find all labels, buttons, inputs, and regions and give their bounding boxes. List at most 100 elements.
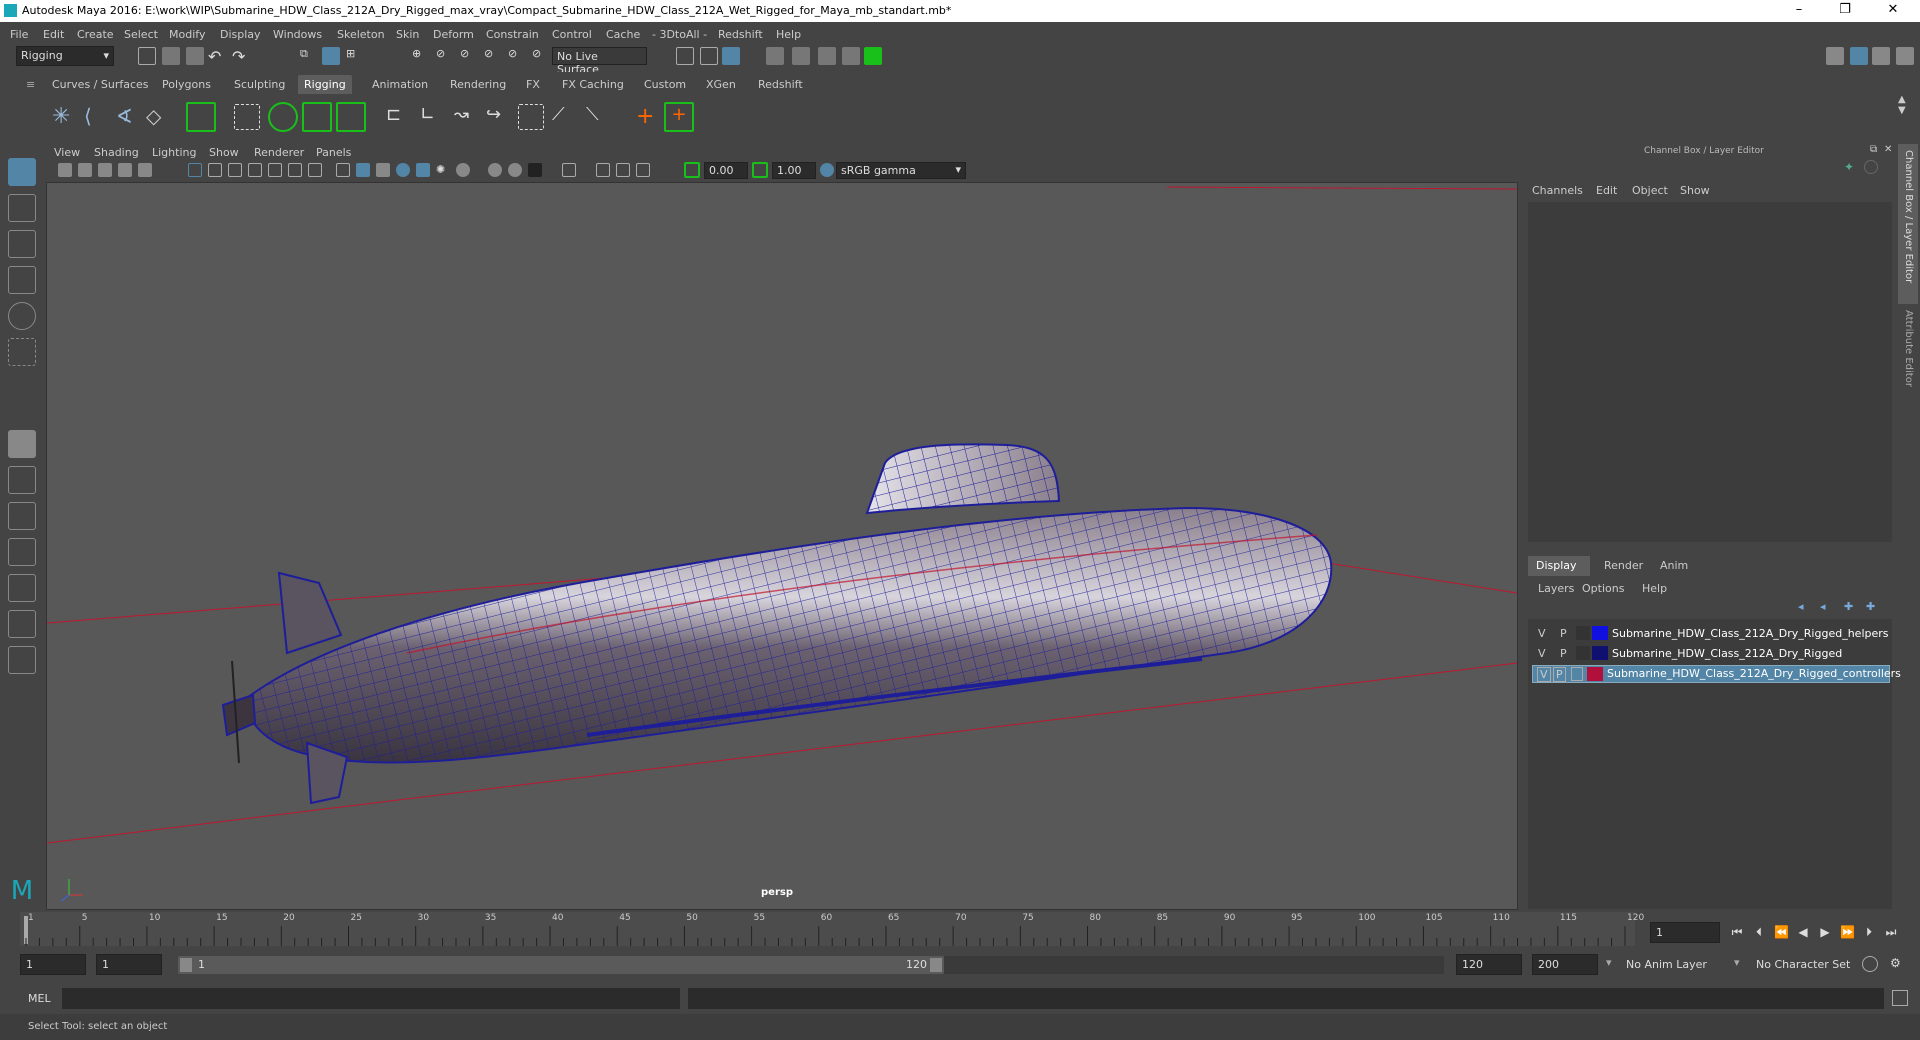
field-chart-icon[interactable] <box>268 163 282 177</box>
menu-cache[interactable]: Cache <box>606 25 640 41</box>
layer-name[interactable]: Submarine_HDW_Class_212A_Dry_Rigged <box>1612 647 1842 660</box>
layer-visibility-toggle[interactable]: V <box>1538 647 1546 660</box>
command-input[interactable] <box>62 988 680 1009</box>
shelf-tab-curves-surfaces[interactable]: Curves / Surfaces <box>46 75 155 94</box>
exposure-field[interactable]: 0.00 <box>704 162 748 179</box>
gamma-field[interactable]: 1.00 <box>772 162 816 179</box>
menu-constrain[interactable]: Constrain <box>486 25 539 41</box>
open-scene-icon[interactable] <box>162 47 180 65</box>
menu-redshift[interactable]: Redshift <box>718 25 763 41</box>
layer-name[interactable]: Submarine_HDW_Class_212A_Dry_Rigged_help… <box>1612 627 1889 640</box>
parent-constraint-icon[interactable]: + <box>664 102 694 132</box>
range-slider[interactable]: 1 120 <box>178 956 944 974</box>
safe-action-icon[interactable] <box>288 163 302 177</box>
layer-playback-toggle[interactable]: P <box>1560 647 1567 660</box>
animation-preferences-icon[interactable]: ⚙ <box>1890 956 1906 972</box>
menu-file[interactable]: File <box>10 25 28 41</box>
menu-control[interactable]: Control <box>552 25 592 41</box>
layer-type-toggle[interactable] <box>1571 667 1583 681</box>
ik-handle-icon[interactable]: ⟨ <box>84 104 110 130</box>
select-object-icon[interactable] <box>322 47 340 65</box>
resolution-gate-icon[interactable] <box>228 163 242 177</box>
construction-history-icon[interactable] <box>676 47 694 65</box>
textured-icon[interactable] <box>416 163 430 177</box>
go-to-start-icon[interactable]: ⏮ <box>1730 925 1744 939</box>
layer-color-swatch[interactable] <box>1592 626 1608 640</box>
character-set-dropdown[interactable]: No Character Set <box>1752 954 1862 975</box>
custom-layout-icon[interactable] <box>8 646 36 674</box>
menu-modify[interactable]: Modify <box>169 25 205 41</box>
wireframe-icon[interactable] <box>336 163 350 177</box>
wire-deformer-icon[interactable]: ⟋ <box>552 104 578 130</box>
wireframe-on-shaded-icon[interactable] <box>396 163 410 177</box>
chevron-down-icon[interactable]: ▾ <box>1734 956 1740 969</box>
xray-icon[interactable] <box>596 163 610 177</box>
new-scene-icon[interactable] <box>138 47 156 65</box>
isolate-select-icon[interactable] <box>562 163 576 177</box>
layer-type-toggle[interactable] <box>1576 646 1590 660</box>
snap-view-icon[interactable]: ⊘ <box>484 47 502 65</box>
layer-name[interactable]: Submarine_HDW_Class_212A_Dry_Rigged_cont… <box>1607 667 1901 680</box>
exposure-icon[interactable] <box>684 162 700 178</box>
viewport-menu-lighting[interactable]: Lighting <box>152 146 196 159</box>
step-back-key-icon[interactable]: ⏪ <box>1774 925 1789 939</box>
layer-visibility-toggle[interactable]: V <box>1537 667 1551 682</box>
range-slider-start-handle[interactable] <box>180 958 192 972</box>
menu-windows[interactable]: Windows <box>273 25 322 41</box>
script-editor-icon[interactable] <box>1892 990 1908 1006</box>
persp-hypershade-layout-icon[interactable] <box>8 574 36 602</box>
channels-menu-object[interactable]: Object <box>1632 184 1668 197</box>
grid-toggle-icon[interactable] <box>188 163 202 177</box>
snap-grid-icon[interactable]: ⊕ <box>412 47 430 65</box>
viewport-menu-panels[interactable]: Panels <box>316 146 351 159</box>
snap-surface-icon[interactable]: ⊘ <box>508 47 526 65</box>
snap-point-icon[interactable]: ⊘ <box>460 47 478 65</box>
animation-start-field[interactable]: 1 <box>20 954 86 975</box>
single-perspective-layout-icon[interactable] <box>8 430 36 458</box>
play-forwards-icon[interactable]: ▶ <box>1818 925 1832 939</box>
side-tab-channel-box[interactable]: Channel Box / Layer Editor <box>1898 144 1918 304</box>
undo-icon[interactable]: ↶ <box>208 47 226 66</box>
humanik-icon[interactable] <box>186 102 216 132</box>
layer-color-swatch[interactable] <box>1587 667 1603 681</box>
playback-end-field[interactable]: 120 <box>1456 954 1522 975</box>
render-current-icon[interactable] <box>700 47 718 65</box>
shelf-tab-redshift[interactable]: Redshift <box>752 75 809 94</box>
shelf-tab-fx-caching[interactable]: FX Caching <box>556 75 630 94</box>
image-plane-icon[interactable] <box>118 163 132 177</box>
modeling-toolkit-icon[interactable] <box>1826 47 1844 65</box>
wrap-icon[interactable]: ↝ <box>454 104 480 130</box>
maximize-button[interactable]: ❐ <box>1822 0 1868 22</box>
select-component-icon[interactable]: ⊞ <box>346 47 364 65</box>
bookmark-icon[interactable] <box>98 163 112 177</box>
geodesic-voxel-icon[interactable] <box>336 102 366 132</box>
go-to-end-icon[interactable]: ⏭ <box>1884 925 1898 939</box>
gamma-icon[interactable] <box>752 162 768 178</box>
select-hierarchy-icon[interactable]: ⧉ <box>300 47 318 65</box>
channel-box-toggle-icon[interactable] <box>1850 47 1868 65</box>
layer-playback-toggle[interactable]: P <box>1553 667 1566 682</box>
range-slider-end-handle[interactable] <box>930 958 942 972</box>
layer-row[interactable]: V P Submarine_HDW_Class_212A_Dry_Rigged_… <box>1532 625 1890 643</box>
layer-tab-anim[interactable]: Anim <box>1652 556 1696 575</box>
save-scene-icon[interactable] <box>186 47 204 65</box>
paint-weights-icon[interactable] <box>302 102 332 132</box>
bind-skin-icon[interactable] <box>234 104 260 130</box>
channels-menu-edit[interactable]: Edit <box>1596 184 1617 197</box>
shelf-tab-fx[interactable]: FX <box>520 75 546 94</box>
safe-title-icon[interactable] <box>308 163 322 177</box>
shadows-icon[interactable] <box>456 163 470 177</box>
camera-select-icon[interactable] <box>58 163 72 177</box>
move-tool-icon[interactable] <box>8 266 36 294</box>
shelf-tab-rendering[interactable]: Rendering <box>444 75 512 94</box>
chevron-down-icon[interactable]: ▾ <box>1606 956 1612 969</box>
step-back-frame-icon[interactable]: ⏴ <box>1752 925 1766 939</box>
render-settings-icon[interactable] <box>766 47 784 65</box>
new-layer-selected-icon[interactable]: ✚ <box>1866 600 1875 613</box>
attribute-editor-toggle-icon[interactable] <box>1872 47 1890 65</box>
minimize-button[interactable]: – <box>1776 0 1822 22</box>
camera-attributes-icon[interactable] <box>78 163 92 177</box>
move-layer-up-icon[interactable]: ◂ <box>1798 600 1804 613</box>
colorspace-dropdown[interactable]: sRGB gamma ▾ <box>836 162 966 179</box>
persp-outliner-layout-icon[interactable] <box>8 502 36 530</box>
